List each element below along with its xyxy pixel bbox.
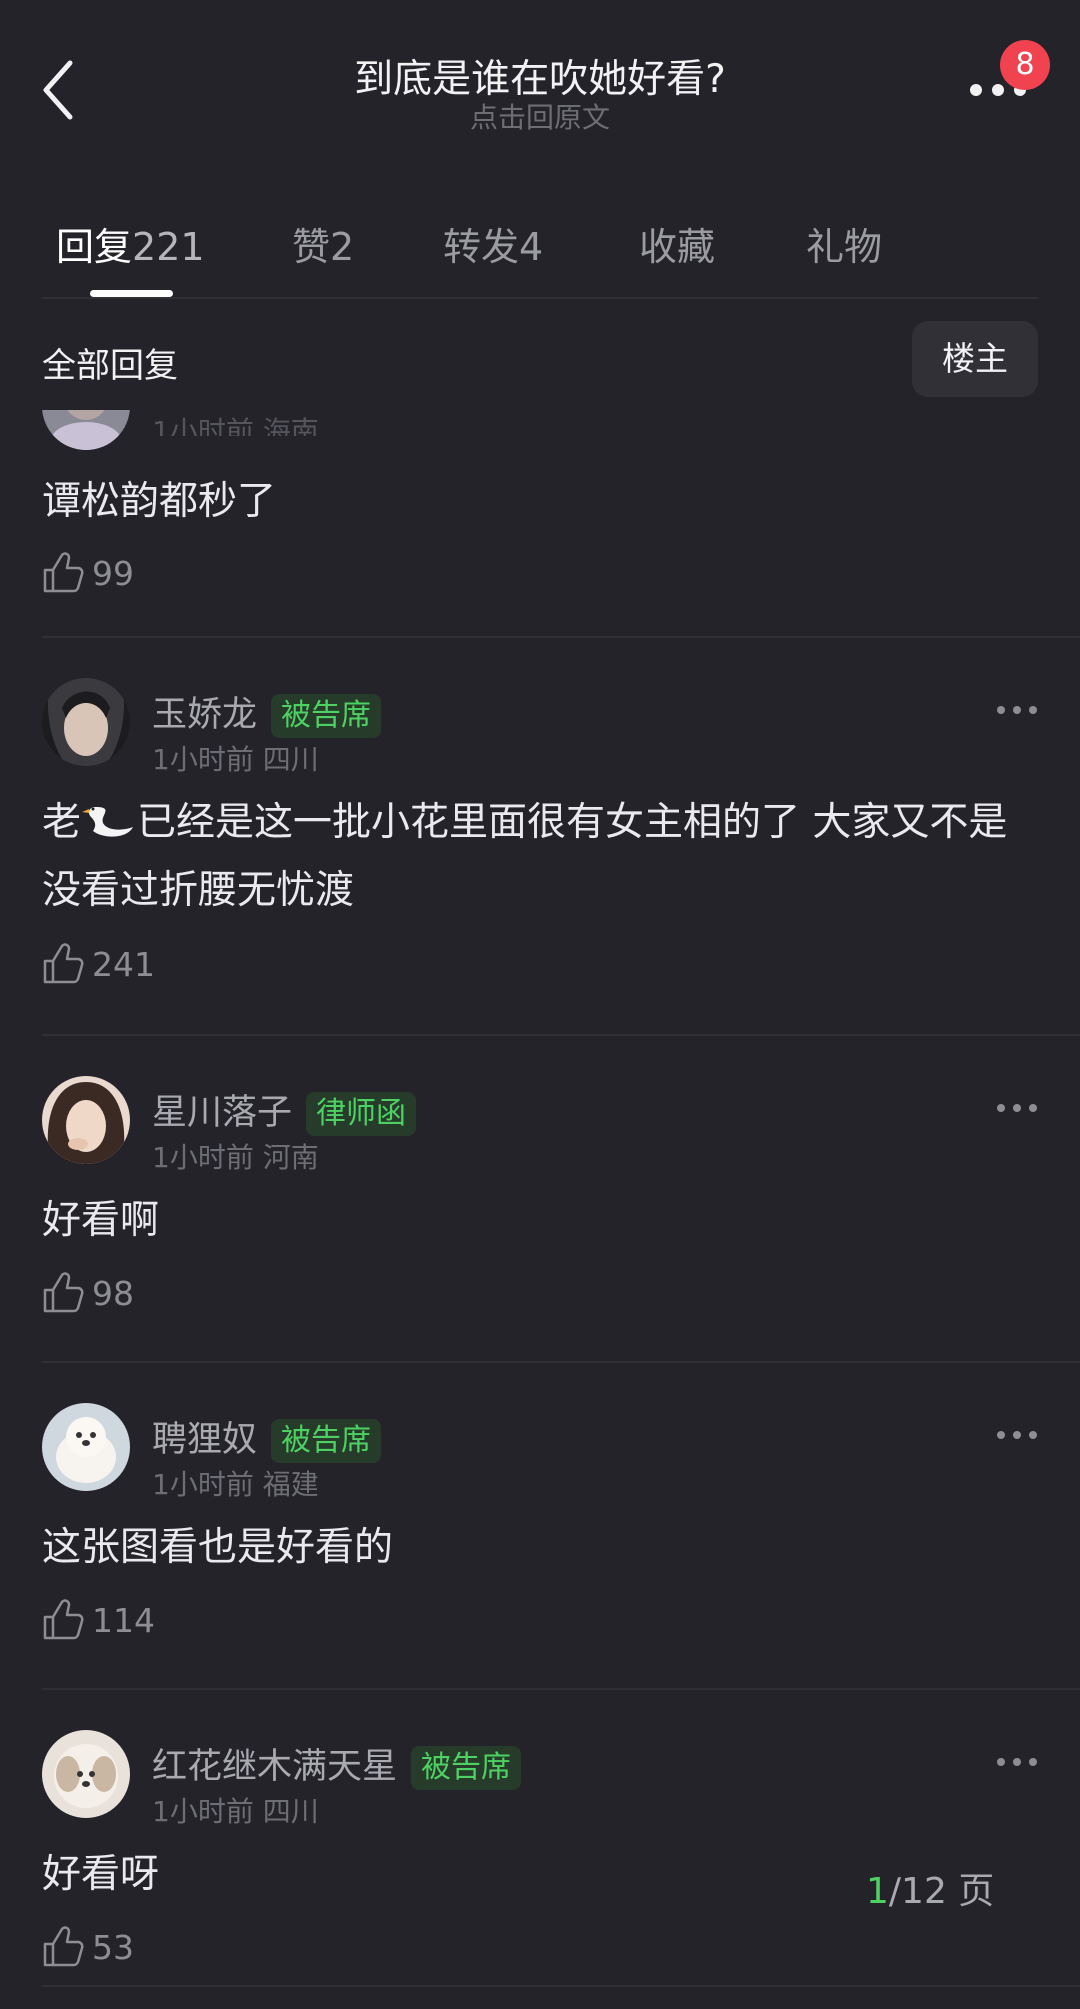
user-tag: 被告席: [271, 1419, 382, 1463]
content-text-after: 已经是这一批小花里面很有女主相的了 大家又不是没看过折腰无忧渡: [42, 800, 1008, 913]
reply-separator: [42, 1361, 1080, 1363]
thumbs-up-icon: [43, 1599, 84, 1640]
active-tab-indicator: [90, 290, 173, 297]
reply-meta: 1小时前 四川: [152, 1795, 319, 1828]
tab-label: 转发: [443, 225, 520, 269]
avatar[interactable]: [42, 1730, 130, 1818]
page-indicator[interactable]: 1/12 页: [866, 1862, 1026, 1912]
notification-badge: 8: [1000, 40, 1050, 90]
tab-label: 收藏: [639, 225, 716, 269]
swan-emoji: [82, 807, 134, 837]
tab-likes[interactable]: 赞2: [292, 216, 354, 271]
reply-meta: 1小时前 河南: [152, 1141, 319, 1174]
tab-label: 赞: [292, 225, 331, 269]
reply-separator: [42, 636, 1080, 638]
more-options-icon[interactable]: [996, 1102, 1038, 1114]
reply-separator: [42, 1985, 1080, 1987]
like-count: 114: [92, 1601, 155, 1640]
thumbs-up-icon: [43, 943, 84, 984]
more-options-icon[interactable]: [996, 704, 1038, 716]
reply-list[interactable]: 1小时前 海南 谭松韵都秒了 99 玉娇龙 被告席 1小时前 四川 老 已经是这…: [0, 410, 1080, 2009]
user-tag: 被告席: [411, 1746, 522, 1790]
more-options-icon[interactable]: [996, 1756, 1038, 1768]
reply-separator: [42, 1034, 1080, 1036]
user-tag: 被告席: [271, 694, 382, 738]
tab-count: 4: [519, 225, 544, 269]
tab-count: 2: [330, 225, 355, 269]
like-count: 99: [92, 554, 134, 593]
username-text: 聘狸奴: [152, 1420, 258, 1460]
like-count: 53: [92, 1928, 134, 1967]
tab-gifts[interactable]: 礼物: [806, 216, 882, 271]
username[interactable]: 红花继木满天星 被告席: [152, 1738, 522, 1790]
username[interactable]: 玉娇龙 被告席: [152, 686, 382, 738]
thumbs-up-icon: [43, 552, 84, 593]
back-to-original-link[interactable]: 点击回原文: [0, 96, 1080, 136]
current-page: 1: [866, 1871, 889, 1912]
avatar[interactable]: [42, 678, 130, 766]
reply-content[interactable]: 这张图看也是好看的: [42, 1514, 1038, 1582]
avatar[interactable]: [42, 1076, 130, 1164]
tab-label: 礼物: [806, 225, 883, 269]
username[interactable]: 聘狸奴 被告席: [152, 1411, 382, 1463]
username[interactable]: 星川落子 律师函: [152, 1084, 417, 1136]
reply-meta: 1小时前 海南: [152, 415, 319, 436]
reply-meta: 1小时前 四川: [152, 743, 319, 776]
tab-divider: [42, 297, 1038, 299]
content-text-before: 老: [42, 800, 82, 845]
tab-bar: 回复221 赞2 转发4 收藏 礼物: [0, 170, 1080, 298]
tab-reposts[interactable]: 转发4: [443, 216, 543, 271]
top-bar: 到底是谁在吹她好看? 点击回原文 8: [0, 0, 1080, 170]
tab-label: 回复: [56, 225, 133, 269]
reply-content[interactable]: 谭松韵都秒了: [42, 468, 1038, 536]
username-text: 玉娇龙: [152, 695, 258, 735]
tab-replies[interactable]: 回复221: [56, 216, 205, 271]
tab-count: 221: [132, 225, 205, 269]
user-tag: 律师函: [306, 1092, 417, 1136]
like-count: 241: [92, 945, 155, 984]
thumbs-up-icon: [43, 1272, 84, 1313]
username-text: 星川落子: [152, 1093, 293, 1133]
avatar[interactable]: [42, 410, 130, 450]
reply-content[interactable]: 老 已经是这一批小花里面很有女主相的了 大家又不是没看过折腰无忧渡: [42, 789, 1038, 925]
like-count: 98: [92, 1274, 134, 1313]
owner-only-button[interactable]: 楼主: [912, 321, 1038, 397]
username-text: 红花继木满天星: [152, 1747, 398, 1787]
more-options-icon[interactable]: [996, 1429, 1038, 1441]
reply-content[interactable]: 好看啊: [42, 1187, 1038, 1255]
all-replies-label: 全部回复: [42, 346, 178, 386]
tab-favorites[interactable]: 收藏: [639, 216, 715, 271]
avatar[interactable]: [42, 1403, 130, 1491]
reply-separator: [42, 1688, 1080, 1690]
thumbs-up-icon: [43, 1926, 84, 1967]
total-pages: /12 页: [888, 1871, 995, 1912]
reply-meta: 1小时前 福建: [152, 1468, 319, 1501]
